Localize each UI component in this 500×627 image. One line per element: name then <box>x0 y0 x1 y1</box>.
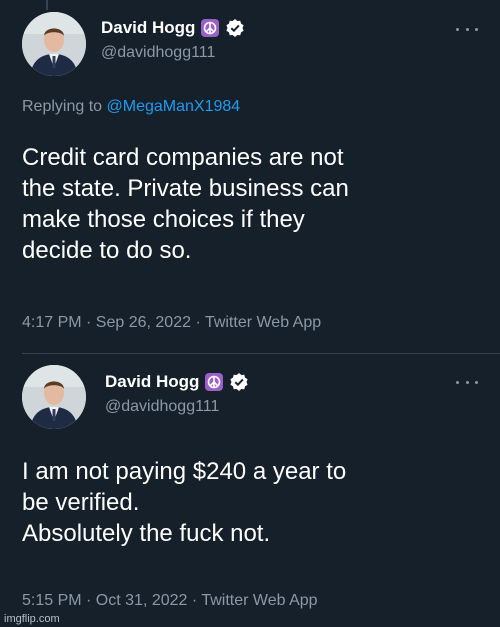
user-handle[interactable]: @davidhogg111 <box>101 44 215 62</box>
tweet-text: I am not paying $240 a year to be verifi… <box>22 456 482 549</box>
tweet-text-line: the state. Private business can <box>22 175 349 202</box>
avatar[interactable] <box>22 365 86 429</box>
tweet-text-line: decide to do so. <box>22 237 192 264</box>
tweet-timestamp[interactable]: 5:15 PM · Oct 31, 2022 · Twitter Web App <box>22 592 318 610</box>
user-handle[interactable]: @davidhogg111 <box>105 398 219 416</box>
avatar[interactable] <box>22 12 86 76</box>
verified-check-icon <box>229 372 249 392</box>
replying-to-label: Replying to <box>22 98 103 115</box>
tweet[interactable]: David Hogg @davidhogg111 Replying to @Me… <box>0 0 500 352</box>
reply-mention-link[interactable]: @MegaManX1984 <box>107 98 241 115</box>
tweet-text-line: be verified. <box>22 489 140 516</box>
display-name[interactable]: David Hogg <box>105 372 199 392</box>
author-name-row[interactable]: David Hogg <box>105 372 249 392</box>
peace-symbol-icon <box>205 373 224 391</box>
display-name[interactable]: David Hogg <box>101 18 195 38</box>
tweet-timestamp[interactable]: 4:17 PM · Sep 26, 2022 · Twitter Web App <box>22 314 321 332</box>
verified-check-icon <box>225 18 245 38</box>
more-dots-icon[interactable] <box>456 377 478 387</box>
author-name-row[interactable]: David Hogg <box>101 18 245 38</box>
replying-to: Replying to @MegaManX1984 <box>22 98 240 116</box>
peace-symbol-icon <box>201 19 220 37</box>
tweet-text-line: I am not paying $240 a year to <box>22 458 347 485</box>
more-dots-icon[interactable] <box>456 24 478 34</box>
tweet[interactable]: David Hogg @davidhogg111 I am not paying… <box>0 355 500 627</box>
tweet-text-line: Credit card companies are not <box>22 144 344 171</box>
tweet-text: Credit card companies are not the state.… <box>22 142 482 266</box>
tweet-text-line: Absolutely the fuck not. <box>22 520 271 547</box>
watermark: imgflip.com <box>4 613 60 625</box>
divider <box>22 353 500 354</box>
tweet-text-line: make those choices if they <box>22 206 305 233</box>
